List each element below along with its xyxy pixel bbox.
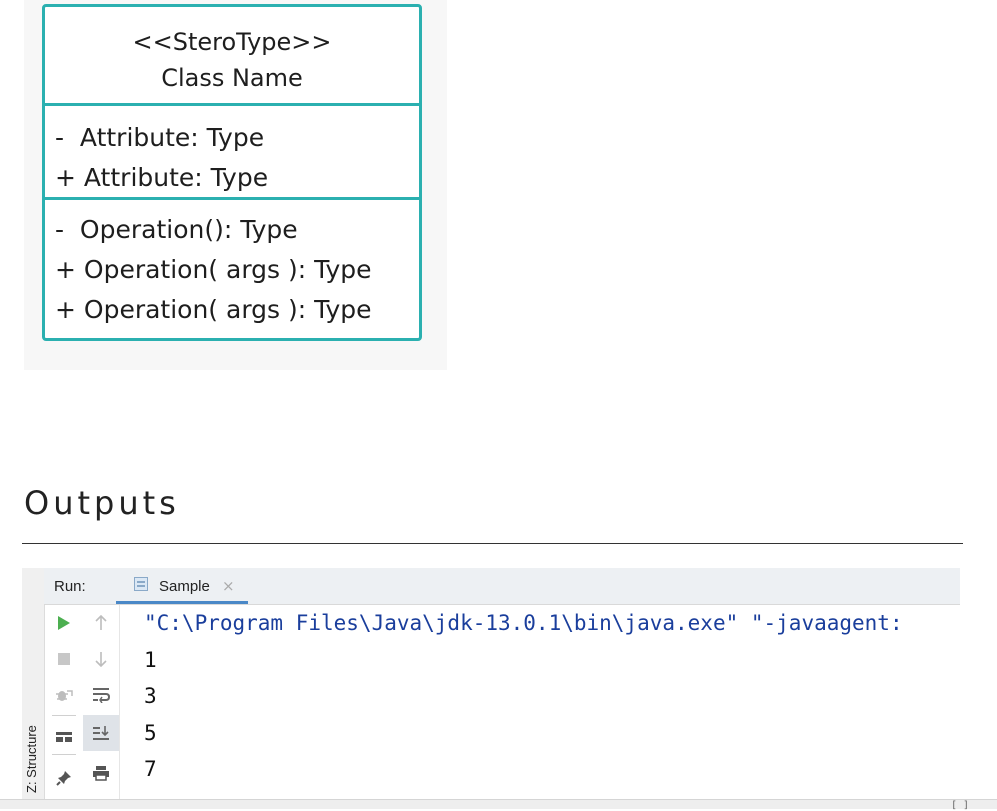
structure-sidebar: Z: Structure	[22, 568, 45, 808]
scroll-to-end-icon[interactable]	[83, 715, 119, 751]
uml-class-name: Class Name	[161, 64, 303, 92]
close-icon[interactable]: ×	[222, 577, 235, 595]
down-arrow-icon[interactable]	[83, 641, 119, 677]
uml-diagram-image: <<SteroType>> Class Name - Attribute: Ty…	[24, 0, 447, 370]
status-bracket: [ ]	[950, 800, 969, 811]
ide-run-panel: Z: Structure Run: Sample × "C:\Program F…	[22, 568, 960, 808]
heading-divider	[22, 543, 963, 544]
print-icon[interactable]	[83, 755, 119, 791]
run-icon[interactable]	[46, 605, 82, 641]
tab-label: Sample	[159, 578, 210, 595]
run-label: Run:	[54, 578, 86, 595]
uml-operation: + Operation( args ): Type	[55, 255, 372, 284]
uml-class-header: <<SteroType>> Class Name	[45, 7, 419, 106]
toolbar-separator	[52, 754, 76, 755]
soft-wrap-icon[interactable]	[83, 677, 119, 713]
console-line: 7	[144, 757, 157, 781]
pin-icon[interactable]	[46, 760, 82, 796]
uml-attributes-section: - Attribute: Type + Attribute: Type	[45, 106, 419, 200]
console-command-line: "C:\Program Files\Java\jdk-13.0.1\bin\ja…	[144, 611, 903, 635]
uml-attribute: + Attribute: Type	[55, 163, 269, 192]
uml-operations-section: - Operation(): Type + Operation( args ):…	[45, 200, 419, 330]
uml-stereotype: <<SteroType>>	[132, 28, 332, 56]
console-line: 3	[144, 684, 157, 708]
console-line: 1	[144, 647, 157, 672]
uml-class-box: <<SteroType>> Class Name - Attribute: Ty…	[42, 4, 422, 341]
outputs-heading: Outputs	[24, 484, 180, 522]
tab-sample[interactable]: Sample ×	[116, 568, 248, 604]
console-line: 5	[144, 720, 157, 745]
structure-tab[interactable]: Z: Structure	[24, 725, 39, 793]
layout-icon[interactable]	[46, 719, 82, 755]
console-icon	[134, 577, 148, 591]
toolbar-separator	[52, 715, 76, 716]
console-output[interactable]: "C:\Program Files\Java\jdk-13.0.1\bin\ja…	[144, 605, 960, 808]
uml-attribute: - Attribute: Type	[55, 123, 265, 152]
run-toolbar	[46, 605, 82, 808]
uml-operation: - Operation(): Type	[55, 215, 298, 244]
debug-icon[interactable]	[46, 677, 82, 713]
uml-operation: + Operation( args ): Type	[55, 295, 372, 324]
stop-icon[interactable]	[46, 641, 82, 677]
up-arrow-icon[interactable]	[83, 605, 119, 641]
run-panel-header: Run: Sample ×	[44, 568, 960, 605]
console-toolbar	[83, 605, 120, 808]
